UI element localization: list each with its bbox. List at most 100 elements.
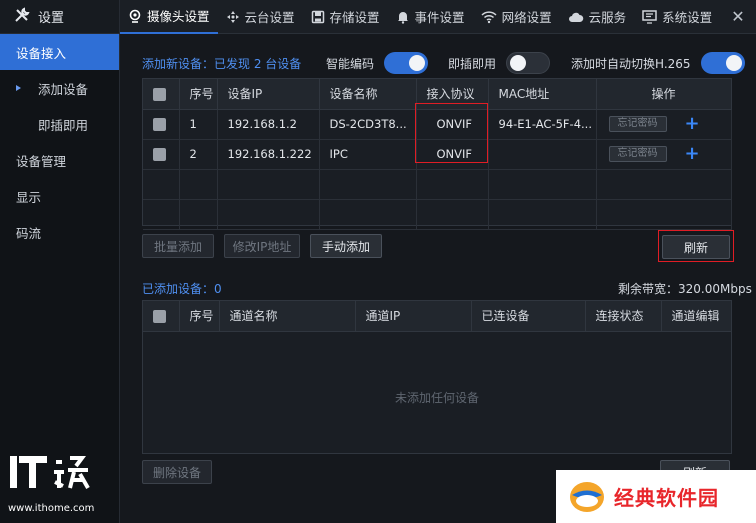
new-devices-label: 添加新设备：已发现 2 台设备: [142, 55, 301, 72]
sidebar-item-label: 设备管理: [16, 153, 67, 169]
ithome-url: www.ithome.com: [8, 503, 95, 514]
camera-icon: [129, 9, 141, 23]
bandwidth-label: 剩余带宽：320.00Mbps: [618, 280, 752, 297]
sidebar-item-stream[interactable]: 码流: [0, 214, 119, 250]
ithome-watermark: www.ithome.com: [8, 452, 116, 516]
sidebar-header: 设置: [0, 0, 119, 34]
storage-icon: [311, 10, 324, 23]
tab-camera-settings[interactable]: 摄像头设置: [120, 0, 218, 34]
sidebar-item-display[interactable]: 显示: [0, 178, 119, 214]
plug-play-row: 即插即用: [448, 52, 551, 74]
row-checkbox[interactable]: [153, 148, 166, 161]
select-all-checkbox[interactable]: [153, 309, 166, 323]
close-icon[interactable]: ✕: [728, 7, 748, 27]
column-header: 序号: [179, 301, 220, 332]
monitor-icon: [642, 9, 657, 24]
sidebar-item-label: 码流: [16, 225, 42, 241]
row-actions: 忘记密码 +: [596, 139, 732, 170]
tab-label: 系统设置: [662, 10, 713, 25]
column-header: 已连设备: [471, 301, 586, 332]
added-devices-label: 已添加设备：0: [142, 280, 222, 297]
bullet-icon: [16, 85, 21, 91]
tab-label: 网络设置: [501, 10, 552, 25]
add-device-plus-icon[interactable]: +: [685, 115, 700, 133]
plug-play-toggle[interactable]: [506, 52, 551, 74]
tab-event-settings[interactable]: 事件设置: [388, 0, 473, 34]
smart-encode-row: 智能编码: [326, 52, 429, 74]
tools-icon: [14, 6, 30, 27]
added-devices-count: 已添加设备：0: [142, 282, 222, 296]
protocol-highlight-box: [415, 103, 488, 163]
row-mac: 94-E1-AC-5F-4...: [488, 109, 597, 140]
sidebar-item-label: 添加设备: [38, 81, 89, 97]
modify-ip-button[interactable]: 修改IP地址: [224, 234, 300, 258]
sidebar-item-device-management[interactable]: 设备管理: [0, 142, 119, 178]
tab-ptz-settings[interactable]: 云台设置: [218, 0, 303, 34]
batch-add-button[interactable]: 批量添加: [142, 234, 214, 258]
jd-text: 经典软件园: [614, 486, 719, 510]
jd-logo-icon: [570, 481, 604, 512]
auto-h265-toggle[interactable]: [700, 52, 745, 74]
settings-window: 设置 设备接入 添加设备 即插即用 设备管理 显示 码流 摄像头设置 云台设置 …: [0, 0, 756, 523]
added-devices-table: 序号 通道名称 通道IP 已连设备 连接状态 通道编辑 未添加任何设备: [142, 300, 732, 454]
cloud-icon: [568, 12, 583, 22]
select-all-header: [143, 301, 180, 332]
tab-label: 存储设置: [329, 10, 380, 25]
smart-encode-toggle[interactable]: [384, 52, 429, 74]
sidebar-item-label: 设备接入: [16, 45, 67, 61]
column-header: 通道IP: [355, 301, 472, 332]
tab-label: 摄像头设置: [147, 9, 210, 24]
column-header: 操作: [596, 79, 732, 110]
bell-icon: [397, 11, 408, 24]
toggle-knob: [725, 55, 742, 71]
add-device-plus-icon[interactable]: +: [685, 145, 700, 163]
new-devices-count: 添加新设备：已发现 2 台设备: [142, 57, 302, 71]
tab-cloud-service[interactable]: 云服务: [560, 0, 635, 34]
row-name: DS-2CD3T8...: [319, 109, 417, 140]
sidebar-title: 设置: [38, 11, 65, 26]
sidebar-item-device-access[interactable]: 设备接入: [0, 34, 119, 70]
sidebar-item-plug-play[interactable]: 即插即用: [0, 106, 119, 142]
sidebar-item-add-device[interactable]: 添加设备: [0, 70, 119, 106]
tab-label: 云台设置: [244, 10, 295, 25]
auto-h265-row: 添加时自动切换H.265: [571, 52, 745, 74]
row-ip: 192.168.1.222: [217, 139, 320, 170]
ptz-icon: [226, 10, 239, 23]
plug-play-label: 即插即用: [448, 56, 497, 71]
row-actions: 忘记密码 +: [596, 109, 732, 140]
column-header: 设备IP: [217, 79, 320, 110]
tab-system-settings[interactable]: 系统设置: [634, 0, 720, 34]
row-checkbox-cell: [143, 139, 180, 170]
bandwidth-value: 剩余带宽：320.00Mbps: [618, 282, 752, 296]
forget-password-button[interactable]: 忘记密码: [608, 146, 667, 162]
select-all-checkbox[interactable]: [153, 87, 166, 101]
auto-h265-label: 添加时自动切换H.265: [571, 56, 691, 71]
toggle-knob: [510, 55, 527, 71]
wifi-icon: [481, 10, 497, 23]
empty-row: [143, 169, 732, 200]
row-index: 2: [179, 139, 218, 170]
table-header-row: 序号 通道名称 通道IP 已连设备 连接状态 通道编辑: [143, 301, 732, 332]
delete-device-button[interactable]: 删除设备: [142, 460, 212, 484]
jd-watermark: 经典软件园: [556, 470, 756, 523]
column-header: 序号: [179, 79, 218, 110]
empty-table-message: 未添加任何设备: [394, 391, 479, 405]
row-name: IPC: [319, 139, 417, 170]
tab-bar: 摄像头设置 云台设置 存储设置 事件设置 网络设置 云服务 系统设置 ✕: [120, 0, 756, 34]
column-header: 设备名称: [319, 79, 417, 110]
tab-storage-settings[interactable]: 存储设置: [303, 0, 388, 34]
column-header: 通道名称: [219, 301, 356, 332]
column-header: MAC地址: [488, 79, 597, 110]
sidebar-item-label: 显示: [16, 189, 42, 205]
tab-network-settings[interactable]: 网络设置: [473, 0, 560, 34]
row-checkbox-cell: [143, 109, 180, 140]
row-checkbox[interactable]: [153, 118, 166, 131]
empty-row: [143, 199, 732, 230]
ithome-logo-icon: [10, 456, 90, 489]
manual-add-button[interactable]: 手动添加: [310, 234, 382, 258]
main-panel: 添加新设备：已发现 2 台设备 智能编码 即插即用 添加时自动切换H.265 序…: [120, 34, 756, 523]
smart-encode-label: 智能编码: [326, 56, 375, 71]
forget-password-button[interactable]: 忘记密码: [608, 116, 667, 132]
row-ip: 192.168.1.2: [217, 109, 320, 140]
column-header: 连接状态: [585, 301, 662, 332]
